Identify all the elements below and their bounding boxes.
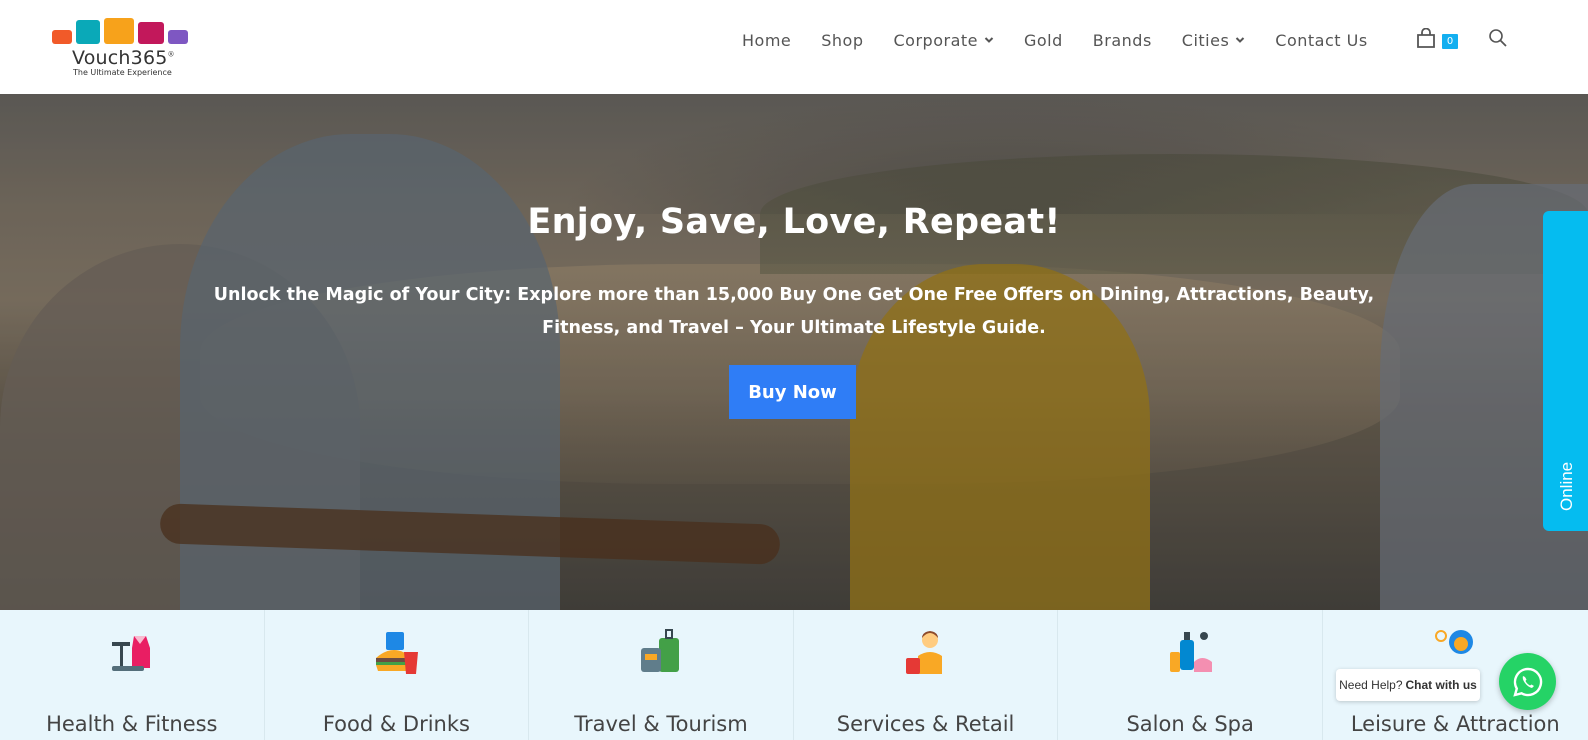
- category-label: Salon & Spa: [1126, 712, 1254, 736]
- logo-icon-row: [52, 16, 202, 44]
- category-label: Food & Drinks: [322, 712, 470, 736]
- hero-title: Enjoy, Save, Love, Repeat!: [527, 202, 1061, 242]
- category-travel-tourism[interactable]: Travel & Tourism: [529, 610, 794, 740]
- category-label: Leisure & Attraction: [1350, 712, 1560, 736]
- logo-wordmark: Vouch365®: [72, 47, 175, 69]
- logo-tagline: The Ultimate Experience: [73, 68, 172, 77]
- cart-count-badge: 0: [1442, 34, 1458, 49]
- shopping-bag-icon: [1417, 28, 1435, 48]
- category-label: Health & Fitness: [46, 712, 218, 736]
- logo-plane-icon: [168, 30, 188, 44]
- logo-cutlery-icon: [138, 22, 164, 44]
- nav-item-brands[interactable]: Brands: [1093, 31, 1152, 50]
- online-status-tab[interactable]: Online: [1543, 211, 1588, 531]
- logo-bag-icon: [76, 20, 100, 44]
- help-text: Need Help?: [1339, 678, 1403, 692]
- logo-cup-icon: [104, 18, 134, 44]
- nav-item-gold[interactable]: Gold: [1024, 31, 1063, 50]
- logo-tag-icon: [52, 30, 72, 44]
- chevron-down-icon: [984, 37, 994, 43]
- chevron-down-icon: [1236, 37, 1245, 43]
- chat-help-bubble[interactable]: Need Help? Chat with us: [1336, 669, 1480, 701]
- category-label: Services & Retail: [836, 712, 1015, 736]
- search-icon[interactable]: [1488, 28, 1508, 48]
- hero-banner: Enjoy, Save, Love, Repeat! Unlock the Ma…: [0, 94, 1588, 610]
- online-tab-label: Online: [1557, 461, 1576, 511]
- food-drinks-icon: [376, 632, 419, 674]
- chat-text: Chat with us: [1405, 678, 1477, 692]
- hero-overlay: [0, 94, 1588, 610]
- nav-item-contact-us[interactable]: Contact Us: [1275, 31, 1367, 50]
- cart-button[interactable]: 0: [1416, 26, 1460, 54]
- whatsapp-chat-button[interactable]: [1499, 653, 1556, 710]
- fitness-icon: [111, 636, 150, 671]
- brand-logo[interactable]: Vouch365® The Ultimate Experience: [52, 16, 202, 86]
- main-nav: Home Shop Corporate Gold Brands Cities C…: [742, 26, 1398, 54]
- site-header: Vouch365® The Ultimate Experience Home S…: [0, 0, 1588, 94]
- buy-now-button[interactable]: Buy Now: [729, 365, 856, 419]
- category-salon-spa[interactable]: Salon & Spa: [1058, 610, 1323, 740]
- hero-subtitle: Unlock the Magic of Your City: Explore m…: [213, 285, 1375, 338]
- category-food-drinks[interactable]: Food & Drinks: [265, 610, 530, 740]
- category-health-fitness[interactable]: Health & Fitness: [0, 610, 265, 740]
- luggage-icon: [640, 629, 679, 672]
- nav-item-home[interactable]: Home: [742, 31, 791, 50]
- spa-products-icon: [1170, 632, 1213, 672]
- nav-item-corporate[interactable]: Corporate: [894, 31, 994, 50]
- nav-item-shop[interactable]: Shop: [821, 31, 863, 50]
- nav-item-cities[interactable]: Cities: [1182, 31, 1246, 50]
- category-services-retail[interactable]: Services & Retail: [794, 610, 1059, 740]
- category-label: Travel & Tourism: [574, 712, 748, 736]
- whatsapp-icon: [1512, 667, 1542, 697]
- shopper-icon: [905, 631, 942, 674]
